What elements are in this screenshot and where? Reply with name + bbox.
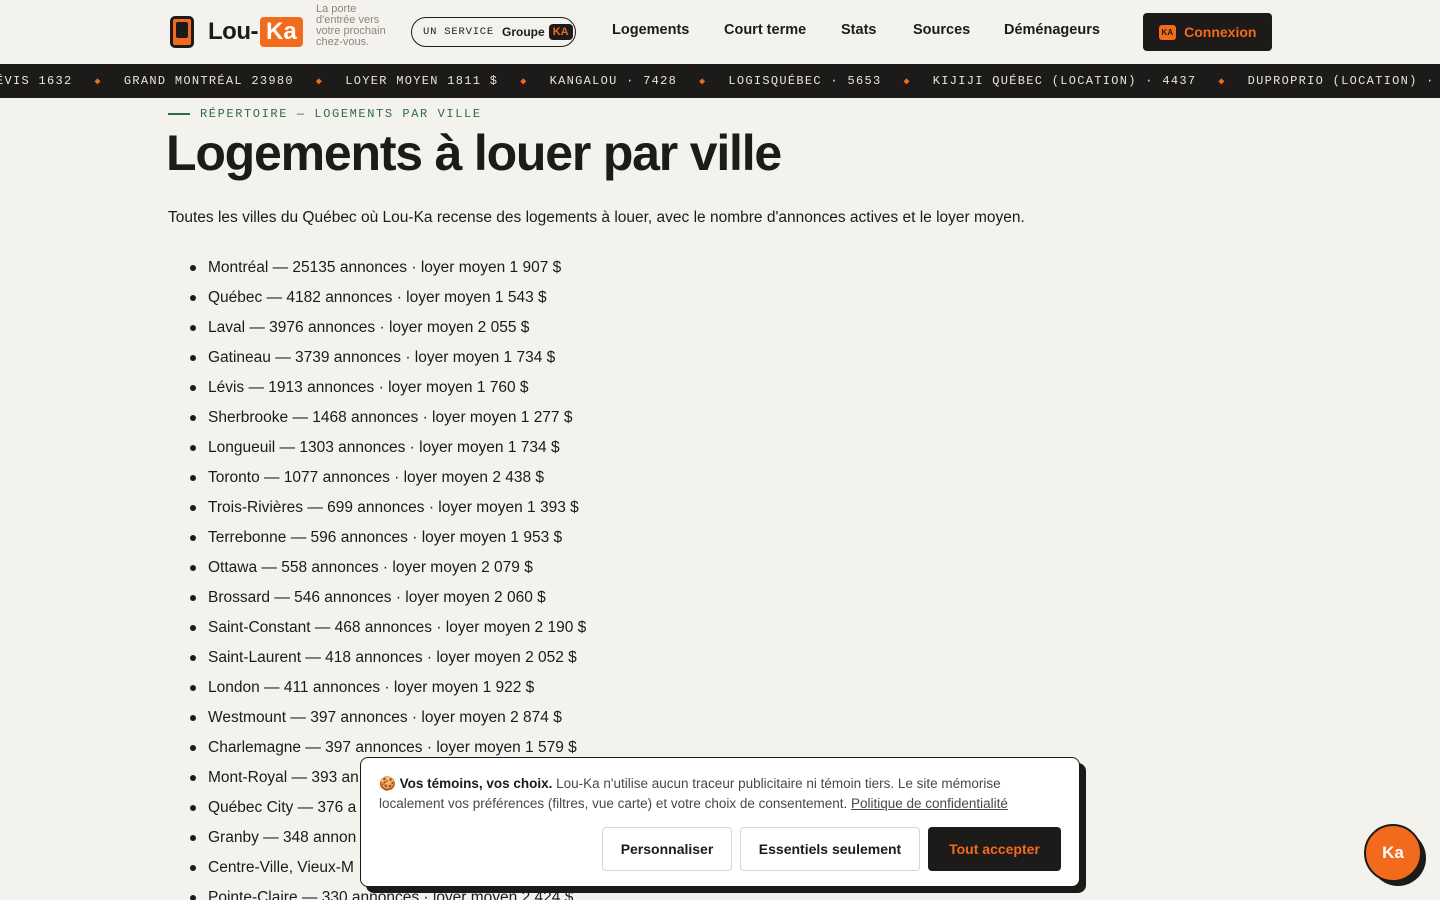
stats-ticker: ÉVIS 1632 ◆ GRAND MONTRÉAL 23980 ◆ LOYER MOY… (0, 64, 1440, 98)
diamond-separator-icon: ◆ (699, 77, 707, 88)
ticker-item: LOYER MOYEN 1811 $ (345, 74, 499, 88)
service-label: UN SERVICE (423, 26, 495, 38)
city-list-item[interactable]: Québec — 4182 annonces · loyer moyen 1 5… (190, 288, 586, 318)
accept-all-button[interactable]: Tout accepter (928, 827, 1061, 871)
diamond-separator-icon: ◆ (315, 77, 324, 88)
cookie-text: 🍪 Vos témoins, vos choix. Lou-Ka n'utili… (379, 774, 1069, 814)
privacy-policy-link[interactable]: Politique de confidentialité (851, 796, 1008, 811)
tagline: La porte d'entrée vers votre prochain ch… (316, 3, 386, 48)
city-list-item[interactable]: Longueuil — 1303 annonces · loyer moyen … (190, 438, 586, 468)
city-list-item[interactable]: Lévis — 1913 annonces · loyer moyen 1 76… (190, 378, 586, 408)
ka-mini-icon: KA (1158, 24, 1177, 40)
logo-wordmark-ka: Ka (259, 17, 303, 47)
diamond-separator-icon: ◆ (903, 77, 911, 88)
service-group-pill[interactable]: UN SERVICE Groupe KA (411, 17, 576, 47)
cookie-banner: 🍪 Vos témoins, vos choix. Lou-Ka n'utili… (360, 757, 1080, 887)
city-list-item[interactable]: Laval — 3976 annonces · loyer moyen 2 05… (190, 318, 586, 348)
diamond-separator-icon: ◆ (1218, 77, 1226, 88)
diamond-separator-icon: ◆ (520, 77, 528, 88)
logo-wordmark-lou: Lou- (208, 18, 258, 45)
nav-sources[interactable]: Sources (913, 22, 970, 38)
city-list-item[interactable]: Ottawa — 558 annonces · loyer moyen 2 07… (190, 558, 586, 588)
customize-button[interactable]: Personnaliser (602, 827, 732, 871)
logo[interactable]: Lou- Ka (170, 14, 303, 50)
ticker-item: KIJIJI QUÉBEC (LOCATION) · 4437 (932, 74, 1197, 88)
site-header: Lou- Ka La porte d'entrée vers votre pro… (0, 0, 1440, 64)
nav-demenageurs[interactable]: Déménageurs (1004, 22, 1100, 38)
ticker-item: KANGALOU · 7428 (549, 74, 678, 88)
city-list-item[interactable]: Sherbrooke — 1468 annonces · loyer moyen… (190, 408, 586, 438)
eyebrow: RÉPERTOIRE — LOGEMENTS PAR VILLE (168, 107, 482, 121)
cookie-title: Vos témoins, vos choix. (399, 776, 553, 791)
phone-logo-icon (170, 16, 194, 48)
login-button[interactable]: KA Connexion (1143, 13, 1272, 51)
city-list-item[interactable]: Terrebonne — 596 annonces · loyer moyen … (190, 528, 586, 558)
cookie-icon: 🍪 (379, 776, 396, 791)
ticker-item: DUPROPRIO (LOCATION) · 3592 (1247, 74, 1440, 88)
ka-badge-icon: KA (548, 24, 573, 40)
city-list-item[interactable]: Trois-Rivières — 699 annonces · loyer mo… (190, 498, 586, 528)
eyebrow-text: RÉPERTOIRE — LOGEMENTS PAR VILLE (200, 107, 482, 121)
ticker-item: ÉVIS 1632 (0, 74, 73, 88)
nav-stats[interactable]: Stats (841, 22, 876, 38)
ticker-item: GRAND MONTRÉAL 23980 (123, 74, 294, 88)
city-list-item[interactable]: Montréal — 25135 annonces · loyer moyen … (190, 258, 586, 288)
city-list-item[interactable]: London — 411 annonces · loyer moyen 1 92… (190, 678, 586, 708)
essentials-only-button[interactable]: Essentiels seulement (740, 827, 920, 871)
city-list-item[interactable]: Westmount — 397 annonces · loyer moyen 2… (190, 708, 586, 738)
city-list-item[interactable]: Toronto — 1077 annonces · loyer moyen 2 … (190, 468, 586, 498)
ticker-track: ÉVIS 1632 ◆ GRAND MONTRÉAL 23980 ◆ LOYER MOY… (0, 74, 1440, 88)
city-list-item[interactable]: Brossard — 546 annonces · loyer moyen 2 … (190, 588, 586, 618)
ticker-item: LOGISQUÉBEC · 5653 (728, 74, 882, 88)
nav-court-terme[interactable]: Court terme (724, 22, 806, 38)
eyebrow-rule (168, 113, 190, 115)
page-title: Logements à louer par ville (166, 125, 782, 181)
intro-text: Toutes les villes du Québec où Lou-Ka re… (168, 209, 1025, 226)
city-list-item[interactable]: Saint-Laurent — 418 annonces · loyer moy… (190, 648, 586, 678)
chat-fab-button[interactable]: Ka (1364, 824, 1422, 882)
city-list-item[interactable]: Gatineau — 3739 annonces · loyer moyen 1… (190, 348, 586, 378)
login-label: Connexion (1184, 24, 1257, 40)
nav-logements[interactable]: Logements (612, 22, 689, 38)
service-group-label: Groupe (502, 25, 545, 39)
diamond-separator-icon: ◆ (94, 77, 102, 88)
city-list-item[interactable]: Saint-Constant — 468 annonces · loyer mo… (190, 618, 586, 648)
